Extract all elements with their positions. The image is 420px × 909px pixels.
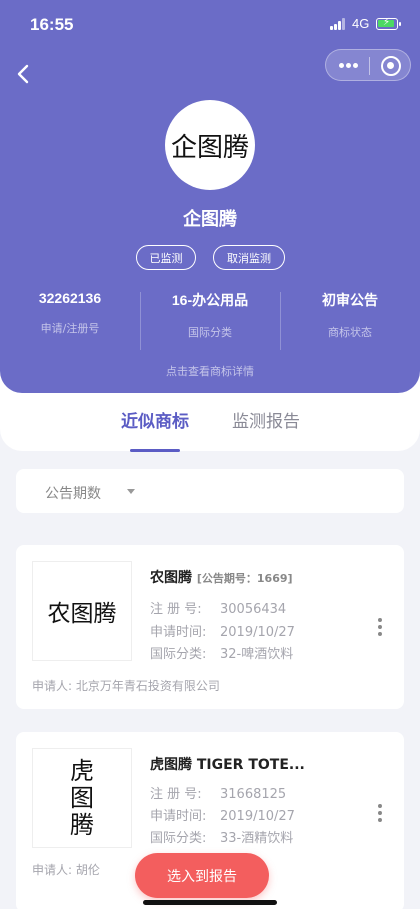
tab-bar: 近似商标 监测报告: [0, 371, 420, 452]
caret-down-icon: [127, 489, 135, 494]
trademark-logo: 企图腾: [165, 100, 255, 190]
chevron-left-icon: [17, 64, 29, 84]
signal-icon: [330, 18, 346, 30]
reg-number: 注 册 号: 31668125: [150, 787, 287, 802]
miniprogram-capsule: [325, 49, 411, 81]
monitored-button[interactable]: 已监测: [136, 245, 196, 270]
tab-similar-trademarks[interactable]: 近似商标: [121, 407, 189, 432]
add-to-report-button[interactable]: 选入到报告: [135, 853, 269, 898]
cancel-monitor-button[interactable]: 取消监测: [213, 245, 285, 270]
result-card[interactable]: 农图腾 农图腾 [公告期号：1669] 注 册 号: 30056434 申请时间:…: [16, 545, 404, 709]
active-tab-indicator: [130, 449, 180, 452]
result-title: 农图腾 [公告期号：1669]: [150, 570, 293, 586]
intl-class: 国际分类: 33-酒精饮料: [150, 831, 294, 846]
trademark-name: 企图腾: [183, 209, 237, 230]
more-vertical-icon[interactable]: [378, 618, 382, 636]
network-type: 4G: [352, 16, 370, 31]
tab-monitor-reports[interactable]: 监测报告: [232, 407, 300, 432]
trademark-thumbnail: 农图腾: [32, 561, 132, 661]
result-title: 虎图腾 TIGER TOTE...: [150, 757, 305, 773]
applicant: 申请人: 胡伦: [32, 863, 100, 877]
back-button[interactable]: [12, 60, 36, 88]
stat-status: 初审公告 商标状态: [322, 292, 378, 339]
status-time: 16:55: [30, 15, 74, 34]
more-vertical-icon[interactable]: [378, 804, 382, 822]
apply-date: 申请时间: 2019/10/27: [150, 809, 295, 824]
announcement-period-filter[interactable]: 公告期数: [16, 469, 404, 513]
status-bar: 16:55 4G ⚡: [0, 0, 420, 50]
intl-class: 国际分类: 32-啤酒饮料: [150, 647, 294, 662]
apply-date: 申请时间: 2019/10/27: [150, 625, 295, 640]
filter-label: 公告期数: [45, 486, 101, 502]
more-menu-button[interactable]: [339, 63, 358, 68]
reg-number: 注 册 号: 30056434: [150, 602, 287, 617]
view-details-link[interactable]: 点击查看商标详情: [0, 363, 420, 379]
applicant: 申请人: 北京万年青石投资有限公司: [32, 679, 220, 693]
stat-class: 16-办公用品 国际分类: [171, 292, 249, 339]
close-miniprogram-button[interactable]: [381, 56, 401, 76]
battery-icon: ⚡: [376, 17, 401, 30]
trademark-stats: 32262136 申请/注册号 16-办公用品 国际分类 初审公告 商标状态: [0, 280, 420, 350]
stat-reg-number: 32262136 申请/注册号: [38, 290, 102, 335]
home-indicator: [143, 900, 277, 905]
trademark-thumbnail: 虎 图 腾: [32, 748, 132, 848]
announcement-tag: [公告期号：1669]: [196, 572, 293, 585]
